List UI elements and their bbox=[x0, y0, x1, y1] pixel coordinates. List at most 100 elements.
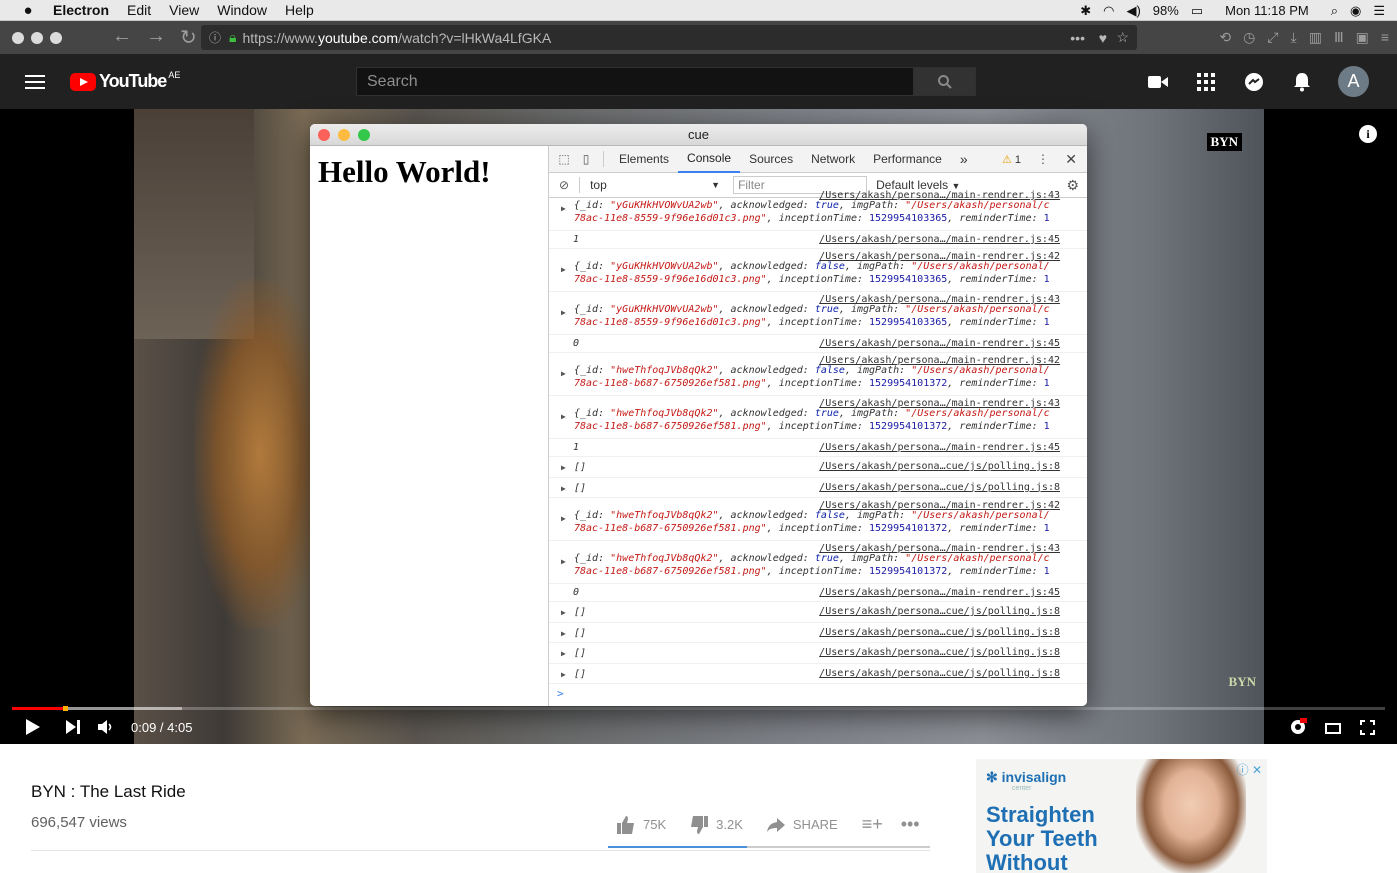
window-zoom-button[interactable] bbox=[50, 31, 62, 44]
hamburger-menu-icon[interactable] bbox=[25, 74, 45, 89]
bookmark-star-icon[interactable]: ☆ bbox=[1116, 29, 1129, 46]
console-row[interactable]: ▶ [] /Users/akash/persona…cue/js/polling.j… bbox=[549, 457, 1087, 478]
source-link[interactable]: /Users/akash/persona…/main-rendrer.js:45 bbox=[819, 587, 1060, 598]
tab-network[interactable]: Network bbox=[802, 146, 864, 173]
volume-icon[interactable] bbox=[98, 719, 114, 738]
notification-center-icon[interactable]: ☰ bbox=[1373, 3, 1385, 19]
console-row[interactable]: ▶ [] /Users/akash/persona…cue/js/polling.j… bbox=[549, 602, 1087, 623]
customize-menu-icon[interactable]: ⋮ bbox=[1037, 152, 1049, 166]
console-row[interactable]: /Users/akash/persona…/main-rendrer.js:43… bbox=[549, 541, 1087, 584]
window-close-button[interactable] bbox=[12, 31, 24, 44]
menu-edit[interactable]: Edit bbox=[127, 2, 151, 18]
expand-arrow-icon[interactable]: ▶ bbox=[561, 412, 566, 421]
console-row[interactable]: 1/Users/akash/persona…/main-rendrer.js:4… bbox=[549, 439, 1087, 457]
menu-icon[interactable]: ≡ bbox=[1381, 29, 1389, 46]
source-link[interactable]: /Users/akash/persona…/main-rendrer.js:45 bbox=[819, 442, 1060, 453]
address-bar[interactable]: ⓘ 🔒︎ https://www. youtube.com/watch?v=lHk… bbox=[201, 25, 1137, 50]
fullscreen-icon[interactable] bbox=[1360, 720, 1375, 738]
wifi-icon[interactable]: ◠ bbox=[1103, 3, 1114, 19]
reload-icon[interactable]: ↻ bbox=[180, 25, 197, 50]
messages-icon[interactable] bbox=[1242, 70, 1266, 94]
app-menu[interactable]: Electron bbox=[53, 2, 109, 18]
console-row[interactable]: /Users/akash/persona…/main-rendrer.js:43… bbox=[549, 292, 1087, 335]
console-row[interactable]: ▶ [] /Users/akash/persona…cue/js/polling.j… bbox=[549, 643, 1087, 664]
download-icon[interactable]: ⤓ bbox=[1291, 29, 1297, 46]
expand-icon[interactable]: ⤢ bbox=[1267, 29, 1278, 46]
source-link[interactable]: /Users/akash/persona…cue/js/polling.js:8 bbox=[819, 482, 1060, 493]
tab-console[interactable]: Console bbox=[678, 146, 741, 173]
theater-mode-icon[interactable] bbox=[1325, 722, 1341, 737]
clock-icon[interactable]: ◷ bbox=[1243, 29, 1255, 46]
console-row[interactable]: /Users/akash/persona…/main-rendrer.js:42… bbox=[549, 353, 1087, 396]
tab-sources[interactable]: Sources bbox=[740, 146, 802, 173]
share-button[interactable]: SHARE bbox=[766, 817, 838, 832]
library-icon[interactable]: Ⅲ bbox=[1334, 29, 1344, 46]
console-row[interactable]: 0/Users/akash/persona…/main-rendrer.js:4… bbox=[549, 584, 1087, 602]
bluetooth-icon[interactable]: ✱ bbox=[1080, 3, 1091, 19]
menu-view[interactable]: View bbox=[169, 2, 199, 18]
screenshot-icon[interactable]: ▣ bbox=[1356, 29, 1369, 46]
electron-window[interactable]: cue Hello World! ⬚ ▯ Elements Console So… bbox=[310, 124, 1087, 706]
ad-banner[interactable]: ✻ invisalign center Straighten Your Teet… bbox=[976, 759, 1267, 873]
expand-arrow-icon[interactable]: ▶ bbox=[561, 204, 566, 213]
siri-icon[interactable]: ◉ bbox=[1350, 3, 1361, 19]
back-icon[interactable]: ← bbox=[112, 25, 132, 50]
play-icon[interactable] bbox=[26, 719, 40, 738]
console-row[interactable]: /Users/akash/persona…/main-rendrer.js:43… bbox=[549, 396, 1087, 439]
expand-arrow-icon[interactable]: ▶ bbox=[561, 557, 566, 566]
sidebar-icon[interactable]: ▥ bbox=[1309, 29, 1322, 46]
avatar[interactable]: A bbox=[1338, 66, 1369, 97]
settings-gear-icon[interactable] bbox=[1289, 718, 1308, 739]
console-row[interactable]: /Users/akash/persona…/main-rendrer.js:43… bbox=[549, 188, 1087, 231]
volume-icon[interactable]: ◀) bbox=[1126, 3, 1140, 19]
clock[interactable]: Mon 11:18 PM bbox=[1225, 3, 1309, 18]
history-icon[interactable]: ⟲ bbox=[1219, 29, 1231, 46]
expand-arrow-icon[interactable]: ▶ bbox=[561, 308, 566, 317]
console-row[interactable]: 0/Users/akash/persona…/main-rendrer.js:4… bbox=[549, 335, 1087, 353]
expand-arrow-icon[interactable]: ▶ bbox=[561, 514, 566, 523]
console-log[interactable]: /Users/akash/persona…/main-rendrer.js:43… bbox=[549, 188, 1087, 696]
tab-performance[interactable]: Performance bbox=[864, 146, 951, 173]
expand-arrow-icon[interactable]: ▶ bbox=[561, 369, 566, 378]
console-row[interactable]: ▶ [] /Users/akash/persona…cue/js/polling.j… bbox=[549, 664, 1087, 684]
source-link[interactable]: /Users/akash/persona…cue/js/polling.js:8 bbox=[819, 461, 1060, 472]
menu-help[interactable]: Help bbox=[285, 2, 314, 18]
dislike-button[interactable]: 3.2K bbox=[690, 815, 743, 834]
console-row[interactable]: /Users/akash/persona…/main-rendrer.js:42… bbox=[549, 498, 1087, 541]
page-actions-icon[interactable]: ••• bbox=[1070, 30, 1085, 46]
pocket-icon[interactable]: ♥ bbox=[1099, 30, 1107, 46]
apple-menu-icon[interactable]: ● bbox=[20, 2, 36, 19]
device-toolbar-icon[interactable]: ▯ bbox=[575, 146, 597, 173]
expand-arrow-icon[interactable]: ▶ bbox=[561, 649, 566, 658]
add-to-playlist-icon[interactable]: ≡+ bbox=[862, 814, 883, 835]
apps-grid-icon[interactable] bbox=[1194, 70, 1218, 94]
expand-arrow-icon[interactable]: ▶ bbox=[561, 608, 566, 617]
expand-arrow-icon[interactable]: ▶ bbox=[561, 629, 566, 638]
notifications-bell-icon[interactable] bbox=[1290, 70, 1314, 94]
like-button[interactable]: 75K bbox=[617, 815, 666, 834]
more-actions-icon[interactable]: ••• bbox=[901, 814, 920, 835]
info-icon[interactable]: ⓘ bbox=[209, 29, 221, 46]
source-link[interactable]: /Users/akash/persona…cue/js/polling.js:8 bbox=[819, 627, 1060, 638]
console-row[interactable]: 1/Users/akash/persona…/main-rendrer.js:4… bbox=[549, 231, 1087, 249]
progress-bar[interactable] bbox=[12, 706, 1385, 711]
source-link[interactable]: /Users/akash/persona…/main-rendrer.js:45 bbox=[819, 234, 1060, 245]
next-icon[interactable] bbox=[66, 720, 80, 737]
info-icon[interactable]: i bbox=[1359, 125, 1377, 143]
close-devtools-icon[interactable]: ✕ bbox=[1065, 151, 1077, 168]
expand-arrow-icon[interactable]: ▶ bbox=[561, 670, 566, 679]
inspect-element-icon[interactable]: ⬚ bbox=[553, 146, 575, 173]
console-prompt[interactable]: > bbox=[549, 684, 1087, 696]
console-row[interactable]: /Users/akash/persona…/main-rendrer.js:42… bbox=[549, 249, 1087, 292]
ad-close-icon[interactable]: ⓘ ✕ bbox=[1237, 761, 1262, 778]
battery-percent[interactable]: 98% bbox=[1153, 3, 1179, 18]
console-row[interactable]: ▶ [] /Users/akash/persona…cue/js/polling.j… bbox=[549, 478, 1087, 498]
youtube-logo[interactable]: YouTube AE bbox=[70, 70, 180, 92]
search-input[interactable]: Search bbox=[356, 67, 914, 96]
more-tabs-button[interactable]: » bbox=[951, 146, 977, 173]
source-link[interactable]: /Users/akash/persona…cue/js/polling.js:8 bbox=[819, 647, 1060, 658]
spotlight-icon[interactable]: ⌕ bbox=[1331, 3, 1338, 19]
console-row[interactable]: ▶ [] /Users/akash/persona…cue/js/polling.j… bbox=[549, 623, 1087, 643]
warning-icon[interactable]: ⚠ 1 bbox=[1002, 153, 1021, 166]
expand-arrow-icon[interactable]: ▶ bbox=[561, 463, 566, 472]
